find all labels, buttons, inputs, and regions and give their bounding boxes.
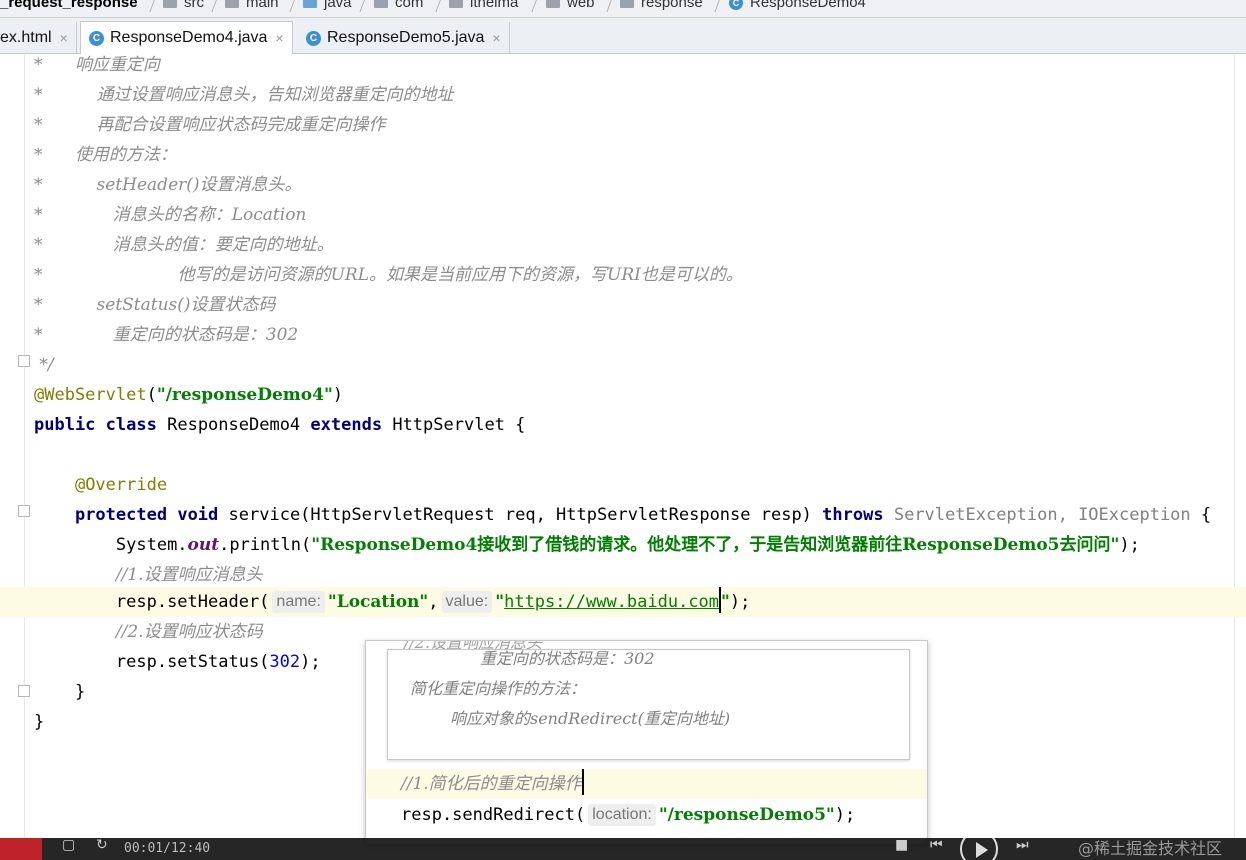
code-line: //2.设置响应状态码 bbox=[115, 622, 263, 642]
code-line: * 使用的方法： bbox=[34, 145, 177, 165]
code-line: } bbox=[34, 712, 45, 732]
breadcrumb-separator bbox=[290, 0, 298, 12]
breadcrumb-item-web[interactable]: web bbox=[546, 0, 595, 11]
breadcrumb-item-src[interactable]: src bbox=[163, 0, 204, 11]
url-link[interactable]: https://www.baidu.com bbox=[504, 592, 719, 612]
breadcrumb-item-itheima[interactable]: itheima bbox=[449, 0, 518, 11]
previous-icon[interactable]: ⏮ bbox=[930, 838, 943, 853]
code-line: protected void service(HttpServletReques… bbox=[74, 505, 1212, 525]
play-icon[interactable] bbox=[960, 838, 998, 860]
breadcrumb-separator bbox=[436, 0, 444, 12]
parameter-hint: value: bbox=[441, 591, 493, 613]
folder-icon bbox=[163, 0, 177, 8]
progress-bar[interactable] bbox=[0, 838, 42, 860]
gutter-divider bbox=[24, 55, 25, 860]
class-icon: C bbox=[306, 30, 321, 46]
breadcrumb-item-main[interactable]: main bbox=[225, 0, 279, 11]
tab-responsedemo5[interactable]: C ResponseDemo5.java × bbox=[298, 22, 510, 54]
code-line: * 他写的是访问资源的URL。如果是当前应用下的资源，写URI也是可以的。 bbox=[34, 265, 743, 285]
code-line: @WebServlet("/responseDemo4") bbox=[34, 385, 344, 405]
code-line: } bbox=[74, 682, 86, 702]
text-caret bbox=[581, 769, 584, 795]
package-icon bbox=[620, 0, 634, 8]
breadcrumb-separator bbox=[607, 0, 615, 12]
code-line-current: resp.setHeader(name: "Location", value: "ht… bbox=[34, 587, 750, 617]
close-icon[interactable]: × bbox=[275, 30, 283, 46]
code-line: @Override bbox=[74, 475, 168, 495]
breadcrumb-separator bbox=[360, 0, 368, 12]
breadcrumb-item-class[interactable]: C ResponseDemo4 bbox=[729, 0, 866, 11]
code-line: * 重定向的状态码是：302 bbox=[34, 325, 299, 345]
code-line: * setStatus()设置状态码 bbox=[34, 295, 276, 315]
parameter-hint: location: bbox=[588, 804, 656, 826]
fold-marker[interactable] bbox=[18, 355, 30, 367]
fold-marker[interactable] bbox=[18, 685, 30, 697]
breadcrumb-item-com[interactable]: com bbox=[374, 0, 423, 11]
package-icon bbox=[449, 0, 463, 8]
breadcrumb-separator bbox=[150, 0, 158, 12]
code-line: //1.设置响应消息头 bbox=[115, 565, 263, 585]
package-icon bbox=[374, 0, 388, 8]
breadcrumb-item-java[interactable]: java bbox=[303, 0, 352, 11]
watermark: @稀土掘金技术社区 bbox=[1078, 839, 1223, 858]
window-icon[interactable]: ▢ bbox=[62, 838, 75, 853]
snippet-line: //1.简化后的重定向操作 bbox=[366, 769, 927, 799]
code-line: * 消息头的名称：Location bbox=[34, 205, 307, 225]
code-line: * 通过设置响应消息头，告知浏览器重定向的地址 bbox=[34, 85, 454, 105]
package-icon bbox=[546, 0, 560, 8]
source-folder-icon bbox=[303, 0, 317, 8]
code-line: * setHeader()设置消息头。 bbox=[34, 175, 302, 195]
overlay-code-snippet: //2.设置响应消息头 重定向的状态码是：302 简化重定向操作的方法： 响应对… bbox=[365, 640, 928, 845]
editor-tab-bar: ex.html × C ResponseDemo4.java × C ResponseD… bbox=[0, 18, 1246, 54]
class-icon: C bbox=[89, 30, 104, 46]
breadcrumb-separator bbox=[532, 0, 540, 12]
code-line: */ bbox=[39, 355, 54, 375]
breadcrumb: _request_response src main java com ithe… bbox=[0, 0, 1246, 18]
playback-time: 00:01/12:40 bbox=[124, 841, 211, 856]
folder-icon bbox=[225, 0, 239, 8]
code-line: public class ResponseDemo4 extends HttpS… bbox=[34, 415, 526, 435]
stop-icon[interactable]: ■ bbox=[895, 838, 908, 853]
next-icon[interactable]: ⏭ bbox=[1016, 838, 1029, 853]
code-line: System.out.println("ResponseDemo4接收到了借钱的… bbox=[115, 535, 1140, 555]
close-icon[interactable]: × bbox=[492, 30, 500, 46]
breadcrumb-separator bbox=[212, 0, 220, 12]
parameter-hint: name: bbox=[272, 591, 325, 613]
doc-comment-panel: 重定向的状态码是：302 简化重定向操作的方法： 响应对象的sendRedire… bbox=[387, 649, 910, 760]
code-line: * 消息头的值：要定向的地址。 bbox=[34, 235, 334, 255]
code-line: * 再配合设置响应状态码完成重定向操作 bbox=[34, 115, 386, 135]
close-icon[interactable]: × bbox=[60, 30, 68, 46]
class-icon: C bbox=[729, 0, 743, 10]
snippet-line: resp.sendRedirect(location: "/responseDem… bbox=[401, 804, 856, 826]
code-line: resp.setStatus(302); bbox=[115, 652, 321, 672]
breadcrumb-item-response[interactable]: response bbox=[620, 0, 703, 11]
fold-marker[interactable] bbox=[18, 505, 30, 517]
breadcrumb-separator bbox=[715, 0, 723, 12]
loop-icon[interactable]: ↻ bbox=[96, 838, 108, 853]
breadcrumb-project[interactable]: _request_response bbox=[0, 0, 138, 11]
right-margin-guide bbox=[1234, 55, 1235, 860]
video-player-bar: ▢ ↻ 00:01/12:40 ■ ⏮ ⏭ @稀土掘金技术社区 bbox=[0, 838, 1246, 860]
code-line: * 响应重定向 bbox=[34, 55, 160, 75]
